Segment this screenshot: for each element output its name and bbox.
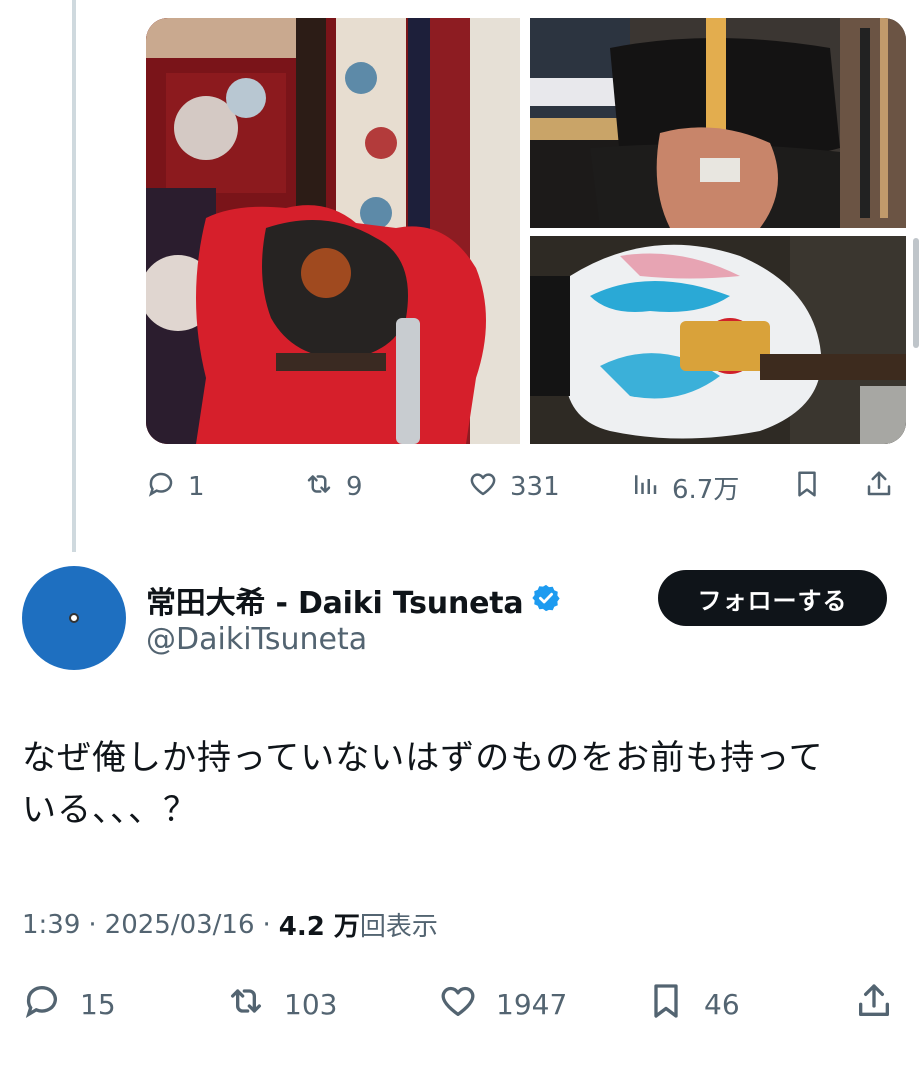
share-icon — [854, 981, 894, 1028]
avatar[interactable] — [22, 566, 126, 670]
author-handle[interactable]: @DaikiTsuneta — [146, 622, 367, 657]
repost-button[interactable]: 103 — [226, 980, 337, 1028]
author-display-name[interactable]: 常田大希 - Daiki Tsuneta — [146, 578, 524, 622]
author-name-row: 常田大希 - Daiki Tsuneta — [146, 578, 561, 622]
tweet-views-number: 4.2 万 — [278, 912, 360, 942]
share-icon — [864, 469, 894, 506]
photo-guitar-on-chair[interactable] — [530, 18, 906, 228]
tweet-text: なぜ俺しか持っていないはずのものをお前も持って いる、、、？ — [22, 732, 902, 836]
reply-count: 15 — [80, 987, 116, 1021]
repost-count: 9 — [346, 472, 363, 502]
repost-icon — [304, 469, 334, 506]
bookmark-icon — [792, 469, 822, 506]
reply-actions: 15 103 1947 46 — [22, 980, 902, 1028]
reply-icon — [146, 469, 176, 506]
tweet-time[interactable]: 1:39 — [22, 910, 80, 940]
like-button[interactable]: 1947 — [438, 980, 567, 1028]
tweet-views-label: 回表示 — [359, 912, 438, 942]
like-count: 331 — [510, 472, 560, 502]
scrollbar[interactable] — [913, 238, 919, 348]
follow-button[interactable]: フォローする — [658, 570, 887, 626]
meta-separator: · — [262, 909, 271, 940]
bookmark-button[interactable] — [792, 466, 822, 508]
photo-marbled-guitar[interactable] — [530, 236, 906, 444]
tweet-text-line: なぜ俺しか持っていないはずのものをお前も持って — [22, 738, 824, 778]
views-count: 6.7万 — [672, 474, 740, 505]
reply-button[interactable]: 15 — [22, 980, 116, 1028]
bookmark-count: 46 — [704, 987, 740, 1021]
media-grid — [146, 18, 906, 444]
views-button[interactable]: 6.7万 — [630, 466, 739, 508]
tweet-text-line: いる、、、？ — [22, 790, 198, 830]
like-icon — [468, 469, 498, 506]
like-button[interactable]: 331 — [468, 466, 560, 508]
photo-red-guitar[interactable] — [146, 18, 520, 444]
thread-line — [72, 0, 76, 552]
repost-icon — [226, 981, 266, 1028]
share-button[interactable] — [864, 466, 894, 508]
meta-separator: · — [88, 909, 97, 940]
tweet-meta: 1:39 · 2025/03/16 · 4.2 万 回表示 — [22, 906, 438, 943]
reply-button[interactable]: 1 — [146, 466, 205, 508]
views-icon — [630, 469, 660, 506]
tweet-date[interactable]: 2025/03/16 — [105, 910, 255, 940]
bookmark-button[interactable]: 46 — [646, 980, 740, 1028]
like-icon — [438, 981, 478, 1028]
verified-badge-icon — [523, 583, 561, 617]
repost-count: 103 — [284, 987, 338, 1021]
avatar-dot — [69, 613, 79, 623]
share-button[interactable] — [854, 980, 894, 1028]
reply-count: 1 — [188, 472, 205, 502]
original-post-actions: 1 9 331 6.7万 — [146, 466, 906, 508]
bookmark-icon — [646, 981, 686, 1028]
reply-icon — [22, 981, 62, 1028]
like-count: 1947 — [496, 987, 568, 1021]
repost-button[interactable]: 9 — [304, 466, 363, 508]
